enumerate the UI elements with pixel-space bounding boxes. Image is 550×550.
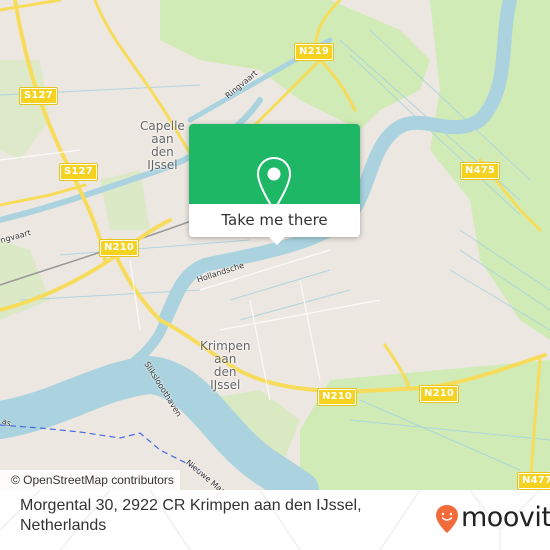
road-shield-n210: N210 bbox=[316, 388, 358, 406]
place-label-capelle: Capelle aan den IJssel bbox=[140, 119, 185, 172]
road-shield-n219: N219 bbox=[293, 43, 335, 61]
road-shield-s127: S127 bbox=[19, 87, 58, 105]
road-shield-n210: N210 bbox=[98, 239, 140, 257]
moovit-pin-icon bbox=[436, 505, 458, 533]
road-shield-n475: N475 bbox=[459, 162, 501, 180]
road-shield-n477: N477 bbox=[516, 472, 550, 490]
footer: Morgental 30, 2922 CR Krimpen aan den IJ… bbox=[0, 490, 550, 550]
place-label-krimpen: Krimpen aan den IJssel bbox=[200, 339, 251, 392]
map-tiles bbox=[0, 0, 550, 490]
popup-header bbox=[189, 124, 360, 212]
address-text: Morgental 30, 2922 CR Krimpen aan den IJ… bbox=[20, 497, 362, 534]
road-shield-s127: S127 bbox=[59, 163, 98, 181]
popup-tail bbox=[269, 237, 285, 245]
road-shield-n210: N210 bbox=[418, 385, 460, 403]
map-attribution[interactable]: © OpenStreetMap contributors bbox=[0, 470, 180, 490]
moovit-logo[interactable]: moovit bbox=[435, 500, 550, 540]
location-popup: Take me there bbox=[189, 124, 360, 245]
moovit-wordmark: moovit bbox=[461, 502, 550, 533]
map-view[interactable]: S127 S127 N219 N475 N210 N210 N210 N477 … bbox=[0, 0, 550, 490]
take-me-there-button[interactable]: Take me there bbox=[189, 204, 360, 237]
